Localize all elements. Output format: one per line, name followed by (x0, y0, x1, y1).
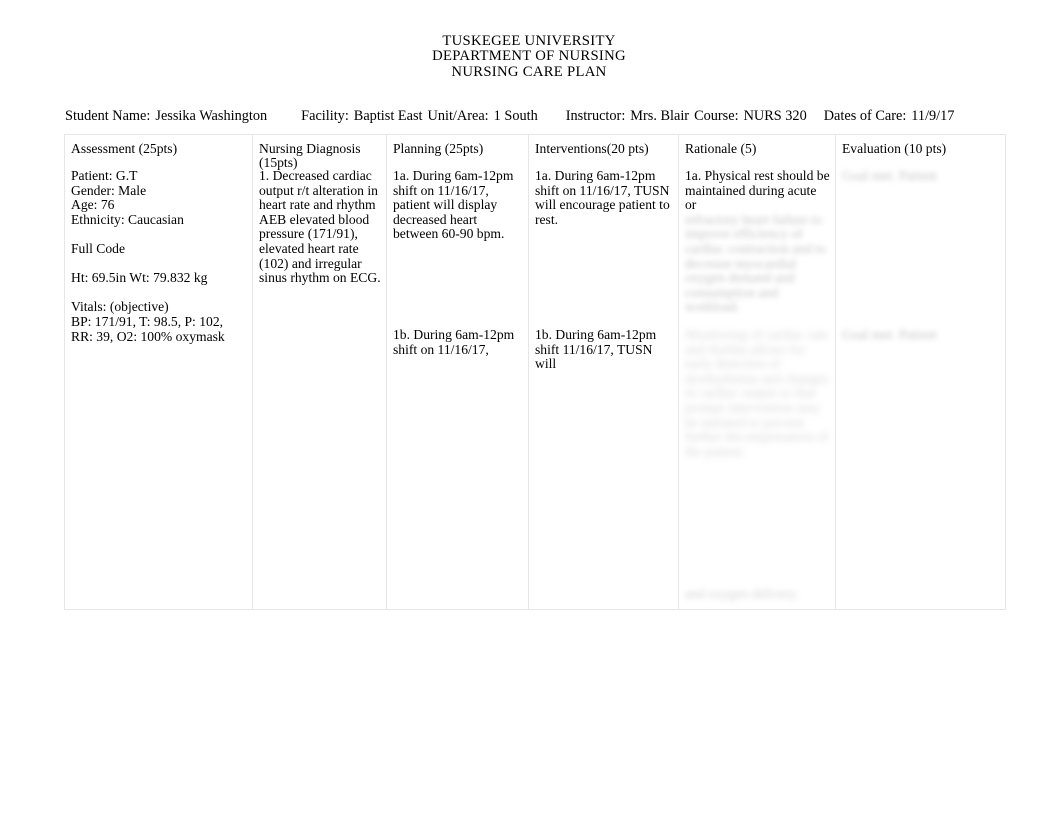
column-nursing-diagnosis: Nursing Diagnosis (15pts) 1. Decreased c… (253, 135, 387, 609)
course-value: NURS 320 (743, 108, 807, 124)
unit-area-value: 1 South (493, 108, 538, 124)
title-line-form: NURSING CARE PLAN (451, 63, 607, 80)
diagnosis-item-1: 1. Decreased cardiac output r/t alterati… (259, 168, 381, 286)
column-header-rationale-line1: Rationale (5) (685, 141, 757, 156)
title-line-department: DEPARTMENT OF NURSING (432, 48, 626, 65)
column-header-interventions: Interventions(20 pts) (529, 135, 678, 156)
column-header-nursing-diagnosis: Nursing Diagnosis (15pts) (253, 135, 386, 171)
column-header-assessment: Assessment (25pts) (65, 135, 252, 156)
cell-assessment: Patient: G.T Gender: Male Age: 76 Ethnic… (71, 168, 247, 344)
instructor-value: Mrs. Blair (630, 108, 690, 124)
cell-planning-goal-1b: 1b. During 6am-12pm shift on 11/16/17, (393, 327, 523, 357)
assessment-code-status: Full Code (71, 240, 126, 256)
column-header-rationale: Rationale (5) (679, 135, 835, 156)
column-header-interventions-line1: Interventions(20 pts) (535, 141, 649, 156)
dates-of-care-label: Dates of Care: (823, 108, 907, 124)
assessment-height-weight: Ht: 69.5in Wt: 79.832 kg (71, 270, 208, 286)
cell-intervention-1b: 1b. During 6am-12pm shift 11/16/17, TUSN… (535, 327, 673, 372)
header-info-line: Student Name: Jessika Washington Facility:… (65, 109, 995, 124)
column-header-evaluation-line1: Evaluation (10 pts) (842, 141, 947, 156)
assessment-vitals-label: Vitals: (objective) (71, 299, 169, 315)
evaluation-item-1a-illegible: Goal met. Patient (842, 168, 937, 183)
evaluation-item-1b-illegible: Goal met. Patient (842, 327, 937, 342)
assessment-vitals-value: BP: 171/91, T: 98.5, P: 102, RR: 39, O2:… (71, 313, 225, 344)
column-header-assessment-line1: Assessment (25pts) (71, 141, 178, 156)
course-label: Course: (694, 108, 739, 124)
assessment-ethnicity: Ethnicity: Caucasian (71, 211, 184, 227)
column-evaluation: Evaluation (10 pts) Goal met. Patient Go… (836, 135, 1007, 609)
cell-rationale-1a: 1a. Physical rest should be maintained d… (685, 168, 830, 315)
column-interventions: Interventions(20 pts) 1a. During 6am-12p… (529, 135, 679, 609)
title-line-university: TUSKEGEE UNIVERSITY (442, 33, 616, 49)
document-page: TUSKEGEE UNIVERSITY DEPARTMENT OF NURSIN… (0, 0, 1062, 830)
cell-intervention-1a: 1a. During 6am-12pm shift on 11/16/17, T… (535, 168, 673, 227)
rationale-item-1b-illegible: Monitoring of cardiac rate and rhythm al… (685, 327, 829, 459)
student-name-label: Student Name: (65, 108, 151, 124)
rationale-item-1a-illegible: refractory heart failure to improve effi… (685, 211, 826, 315)
rationale-item-1a-visible: 1a. Physical rest should be maintained d… (685, 168, 830, 213)
column-assessment: Assessment (25pts) Patient: G.T Gender: … (65, 135, 253, 609)
cell-nursing-diagnosis: 1. Decreased cardiac output r/t alterati… (259, 168, 381, 286)
column-header-nursing-diagnosis-line1: Nursing Diagnosis (259, 141, 361, 156)
column-rationale: Rationale (5) 1a. Physical rest should b… (679, 135, 836, 609)
column-planning: Planning (25pts) 1a. During 6am-12pm shi… (387, 135, 529, 609)
assessment-age: Age: 76 (71, 197, 115, 213)
cell-rationale-bottom: and oxygen delivery. (685, 586, 830, 602)
assessment-patient: Patient: G.T (71, 168, 138, 183)
intervention-item-1a: 1a. During 6am-12pm shift on 11/16/17, T… (535, 168, 670, 227)
planning-goal-1b: 1b. During 6am-12pm shift on 11/16/17, (393, 327, 515, 357)
dates-of-care-value: 11/9/17 (911, 108, 955, 124)
cell-evaluation-1a: Goal met. Patient (842, 168, 1002, 184)
cell-planning-goal-1a: 1a. During 6am-12pm shift on 11/16/17, p… (393, 168, 523, 242)
intervention-item-1b: 1b. During 6am-12pm shift 11/16/17, TUSN… (535, 327, 657, 372)
column-header-planning: Planning (25pts) (387, 135, 528, 156)
document-title-block: TUSKEGEE UNIVERSITY DEPARTMENT OF NURSIN… (0, 33, 1058, 80)
rationale-bottom-illegible: and oxygen delivery. (685, 586, 799, 601)
student-name-value: Jessika Washington (155, 108, 268, 124)
assessment-gender: Gender: Male (71, 182, 147, 198)
instructor-label: Instructor: (565, 108, 626, 124)
unit-area-label: Unit/Area: (427, 108, 489, 124)
cell-rationale-1b: Monitoring of cardiac rate and rhythm al… (685, 327, 830, 459)
cell-evaluation-1b: Goal met. Patient (842, 327, 1002, 343)
column-header-planning-line1: Planning (25pts) (393, 141, 484, 156)
column-header-evaluation: Evaluation (10 pts) (836, 135, 1007, 156)
facility-value: Baptist East (353, 108, 423, 124)
planning-goal-1a: 1a. During 6am-12pm shift on 11/16/17, p… (393, 168, 514, 242)
facility-label: Facility: (301, 108, 349, 124)
nursing-care-plan-table: Assessment (25pts) Patient: G.T Gender: … (64, 134, 1006, 610)
